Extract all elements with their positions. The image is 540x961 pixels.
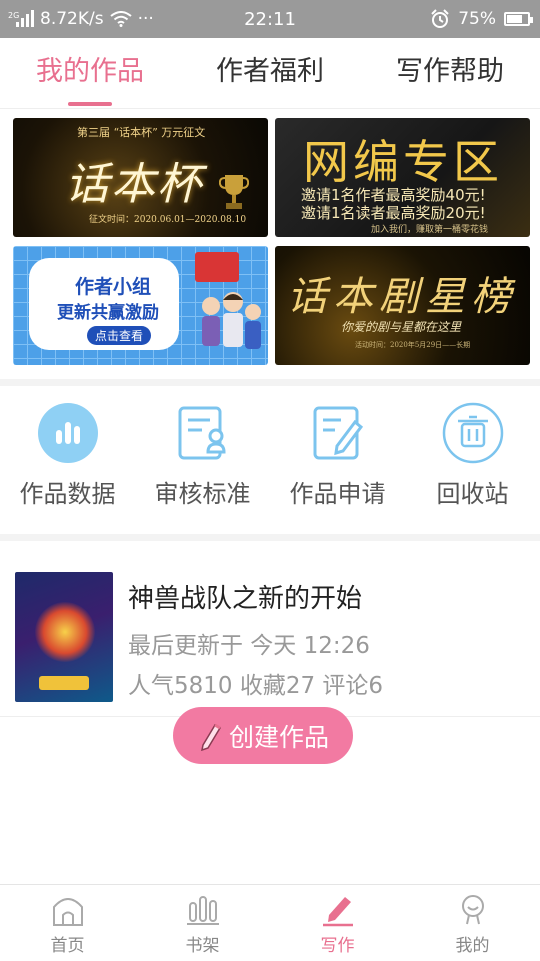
- nav-bookshelf[interactable]: 书架: [135, 885, 270, 961]
- nav-write[interactable]: 写作: [270, 885, 405, 961]
- section-divider: [0, 379, 540, 386]
- trophy-icon: [219, 175, 249, 209]
- bottom-nav: 首页 书架 写作 我的: [0, 884, 540, 961]
- banner-author-group[interactable]: 作者小组 更新共赢激励 点击查看: [13, 246, 268, 365]
- banner-title: 话本杯: [65, 159, 203, 210]
- battery-icon: [504, 12, 533, 26]
- pen-icon: [322, 897, 353, 927]
- profile-icon: [461, 895, 484, 925]
- bar-chart-icon: [37, 403, 98, 463]
- review-standard-icon: [178, 406, 226, 460]
- edit-document-icon: [313, 406, 363, 460]
- action-label: 审核标准: [154, 480, 251, 508]
- banner-huabenbei-contest[interactable]: 第三届 “话本杯” 万元征文 话本杯 征文时间：2020.06.01—2020.…: [13, 118, 268, 237]
- action-label: 回收站: [436, 480, 509, 508]
- banner-title: 网编专区: [303, 135, 503, 189]
- kids-illustration: [202, 292, 261, 349]
- section-divider: [0, 534, 540, 541]
- action-label: 作品数据: [19, 480, 116, 508]
- nav-label: 写作: [320, 936, 355, 956]
- work-updated: 最后更新于 今天 12:26: [128, 633, 370, 659]
- quick-actions: 作品数据 审核标准 作品申请 回收站: [0, 396, 540, 526]
- banner-subtitle: 更新共赢激励: [57, 303, 159, 323]
- red-flag-icon: [195, 252, 239, 282]
- work-stats: 人气5810 收藏27 评论6: [128, 673, 384, 699]
- action-recycle-bin[interactable]: 回收站: [405, 396, 540, 526]
- cover-art: [35, 602, 95, 662]
- home-icon: [52, 898, 83, 926]
- banner-subtitle: 第三届 “话本杯” 万元征文: [77, 126, 206, 139]
- banner-view-button[interactable]: 点击查看: [87, 326, 152, 345]
- tab-my-works[interactable]: 我的作品: [0, 38, 180, 108]
- banner-line-3: 加入我们，赚取第一桶零花钱: [371, 225, 489, 235]
- create-work-button[interactable]: 创建作品: [173, 707, 353, 764]
- nav-home[interactable]: 首页: [0, 885, 135, 961]
- tab-author-benefits[interactable]: 作者福利: [180, 38, 360, 108]
- work-card[interactable]: 神兽战队之新的开始 最后更新于 今天 12:26 人气5810 收藏27 评论6: [0, 570, 540, 717]
- action-work-data[interactable]: 作品数据: [0, 396, 135, 526]
- top-tabs: 我的作品 作者福利 写作帮助: [0, 38, 540, 109]
- action-label: 作品申请: [289, 480, 386, 508]
- banner-subtitle: 你爱的剧与星都在这里: [341, 320, 462, 334]
- banner-line-2: 邀请1名读者最高奖励20元!: [301, 204, 486, 222]
- banner-title: 话本剧星榜: [287, 274, 517, 320]
- banner-date: 活动时间：2020年5月29日——长期: [355, 341, 471, 349]
- nav-label: 我的: [455, 936, 490, 956]
- status-right: 75%: [430, 9, 533, 29]
- action-work-application[interactable]: 作品申请: [270, 396, 405, 526]
- action-review-standard[interactable]: 审核标准: [135, 396, 270, 526]
- banner-editor-zone[interactable]: 网编专区 邀请1名作者最高奖励40元! 邀请1名读者最高奖励20元! 加入我们，…: [275, 118, 530, 237]
- banner-drama-star-list[interactable]: 话本剧星榜 你爱的剧与星都在这里 活动时间：2020年5月29日——长期: [275, 246, 530, 365]
- nav-label: 首页: [50, 936, 85, 956]
- banner-title: 作者小组: [75, 276, 152, 298]
- cover-logo: [39, 676, 89, 690]
- tab-writing-help[interactable]: 写作帮助: [360, 38, 540, 108]
- battery-percent: 75%: [458, 9, 496, 29]
- work-title: 神兽战队之新的开始: [128, 584, 363, 614]
- status-bar: 2G 8.72K/s ··· 22:11 75%: [0, 0, 540, 38]
- nav-label: 书架: [185, 936, 220, 956]
- work-cover-image: [15, 572, 113, 702]
- create-button-label: 创建作品: [228, 722, 329, 752]
- trash-icon: [442, 402, 503, 464]
- nav-profile[interactable]: 我的: [405, 885, 540, 961]
- bookshelf-icon: [186, 896, 219, 925]
- banner-date: 征文时间：2020.06.01—2020.08.10: [89, 215, 247, 225]
- pencil-icon: [201, 723, 222, 751]
- banner-grid: 第三届 “话本杯” 万元征文 话本杯 征文时间：2020.06.01—2020.…: [13, 118, 530, 365]
- alarm-icon: [431, 9, 449, 28]
